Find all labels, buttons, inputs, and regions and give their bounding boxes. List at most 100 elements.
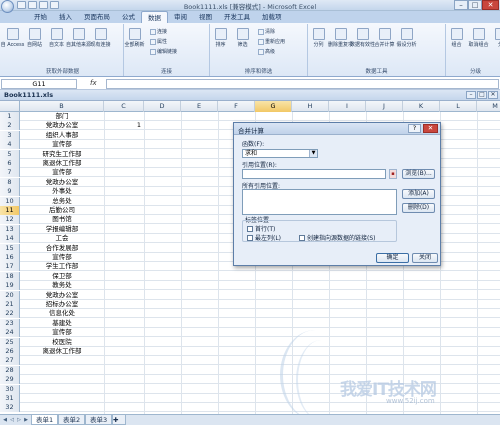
cell-c[interactable]: 1: [104, 121, 144, 130]
row-header[interactable]: 27: [0, 356, 20, 366]
cell-c[interactable]: [104, 253, 144, 262]
cell-b[interactable]: 教务处: [20, 281, 104, 290]
cell-b[interactable]: [20, 403, 104, 412]
row-header[interactable]: 22: [0, 309, 20, 319]
column-header-H[interactable]: H: [292, 101, 329, 112]
top-row-checkbox[interactable]: 首行(T): [247, 224, 275, 233]
row-header[interactable]: 9: [0, 187, 20, 197]
close-button[interactable]: ✕: [482, 0, 499, 10]
ribbon-button-0-1[interactable]: 自网站: [26, 28, 43, 48]
row-header[interactable]: 5: [0, 149, 20, 159]
cell-b[interactable]: 党政办公室: [20, 121, 104, 130]
cell-b[interactable]: 保卫部: [20, 272, 104, 281]
ribbon-button-3-3[interactable]: 合并计算: [375, 28, 395, 48]
cell-c[interactable]: [104, 328, 144, 337]
row-header[interactable]: 7: [0, 168, 20, 178]
left-column-checkbox[interactable]: 最左列(L): [247, 233, 281, 242]
column-header-G[interactable]: G: [255, 101, 292, 112]
ribbon-small-button-1-2[interactable]: 编辑链接: [150, 48, 177, 55]
cell-c[interactable]: [104, 319, 144, 328]
row-header[interactable]: 20: [0, 290, 20, 300]
ribbon-button-0-0[interactable]: 自 Access: [1, 28, 24, 48]
office-button[interactable]: [1, 0, 14, 13]
dialog-close-button[interactable]: ✕: [423, 124, 438, 133]
column-header-C[interactable]: C: [104, 101, 144, 112]
tab-1[interactable]: 插入: [53, 11, 78, 23]
row-header[interactable]: 26: [0, 347, 20, 356]
column-header-K[interactable]: K: [403, 101, 440, 112]
cell-b[interactable]: 宣传部: [20, 328, 104, 337]
ribbon-button-0-4[interactable]: 现有连接: [91, 28, 111, 48]
row-header[interactable]: 8: [0, 177, 20, 187]
tab-2[interactable]: 页面布局: [78, 11, 116, 23]
row-header[interactable]: 24: [0, 328, 20, 338]
first-sheet-icon[interactable]: ◀: [2, 416, 8, 424]
browse-button[interactable]: 浏览(B)...: [402, 169, 435, 179]
row-header[interactable]: 28: [0, 365, 20, 375]
ribbon-small-button-2-0[interactable]: 清除: [258, 28, 275, 35]
add-button[interactable]: 添加(A): [402, 189, 435, 199]
insert-sheet-icon[interactable]: ✚: [112, 415, 126, 425]
tab-0[interactable]: 开始: [28, 11, 53, 23]
tab-8[interactable]: 加载项: [256, 11, 288, 23]
cell-b[interactable]: [20, 375, 104, 384]
cell-b[interactable]: [20, 394, 104, 403]
row-header[interactable]: 32: [0, 403, 20, 413]
cell-c[interactable]: [104, 375, 144, 384]
ribbon-button-1-0[interactable]: 全部刷新: [125, 28, 145, 48]
tab-3[interactable]: 公式: [116, 11, 141, 23]
cell-b[interactable]: 学生工作部: [20, 262, 104, 271]
workbook-minimize-button[interactable]: –: [466, 91, 476, 99]
formula-input[interactable]: [106, 79, 499, 89]
row-header[interactable]: 18: [0, 271, 20, 281]
workbook-restore-button[interactable]: □: [477, 91, 487, 99]
row-header[interactable]: 16: [0, 253, 20, 262]
cell-b[interactable]: 部门: [20, 112, 104, 121]
sheet-tab-0[interactable]: 表单1: [31, 415, 59, 425]
column-header-B[interactable]: B: [20, 101, 104, 112]
cell-c[interactable]: [104, 385, 144, 394]
cell-b[interactable]: 宣传部: [20, 253, 104, 262]
row-header[interactable]: 29: [0, 375, 20, 385]
dialog-close-text-button[interactable]: 关闭: [412, 253, 438, 263]
tab-7[interactable]: 开发工具: [218, 11, 256, 23]
cell-c[interactable]: [104, 394, 144, 403]
row-header[interactable]: 12: [0, 215, 20, 225]
ribbon-small-button-1-0[interactable]: 连接: [150, 28, 167, 35]
select-all-corner[interactable]: [0, 101, 20, 112]
checkbox-box[interactable]: [247, 225, 253, 232]
tab-6[interactable]: 视图: [193, 11, 218, 23]
row-header[interactable]: 13: [0, 224, 20, 234]
ribbon-small-button-2-1[interactable]: 重新应用: [258, 38, 285, 45]
ribbon-button-4-1[interactable]: 取消组合: [469, 28, 489, 48]
column-header-D[interactable]: D: [144, 101, 181, 112]
cell-b[interactable]: 校医院: [20, 338, 104, 347]
cell-c[interactable]: [104, 366, 144, 375]
row-header[interactable]: 31: [0, 394, 20, 403]
row-header[interactable]: 19: [0, 281, 20, 291]
ribbon-button-3-0[interactable]: 分列: [310, 28, 327, 48]
ribbon-button-2-0[interactable]: 排序: [212, 28, 229, 48]
function-select[interactable]: 求和 ▼: [242, 149, 318, 158]
cell-c[interactable]: [104, 178, 144, 187]
cell-c[interactable]: [104, 347, 144, 356]
column-header-J[interactable]: J: [366, 101, 403, 112]
checkbox-box[interactable]: [247, 234, 253, 241]
cell-c[interactable]: [104, 150, 144, 159]
cell-b[interactable]: 宣传部: [20, 168, 104, 177]
cell-c[interactable]: [104, 300, 144, 309]
row-header[interactable]: 30: [0, 384, 20, 394]
minimize-button[interactable]: –: [454, 0, 468, 10]
cell-c[interactable]: [104, 131, 144, 140]
range-picker-icon[interactable]: ▪: [389, 169, 397, 179]
workbook-close-button[interactable]: ✕: [488, 91, 498, 99]
cell-b[interactable]: [20, 366, 104, 375]
next-sheet-icon[interactable]: ▷: [16, 416, 22, 424]
maximize-button[interactable]: □: [468, 0, 482, 10]
row-header[interactable]: 15: [0, 243, 20, 253]
row-header[interactable]: 3: [0, 130, 20, 140]
cell-b[interactable]: 党政办公室: [20, 178, 104, 187]
row-header[interactable]: 4: [0, 140, 20, 150]
cell-b[interactable]: 外事处: [20, 187, 104, 196]
cell-c[interactable]: [104, 356, 144, 365]
